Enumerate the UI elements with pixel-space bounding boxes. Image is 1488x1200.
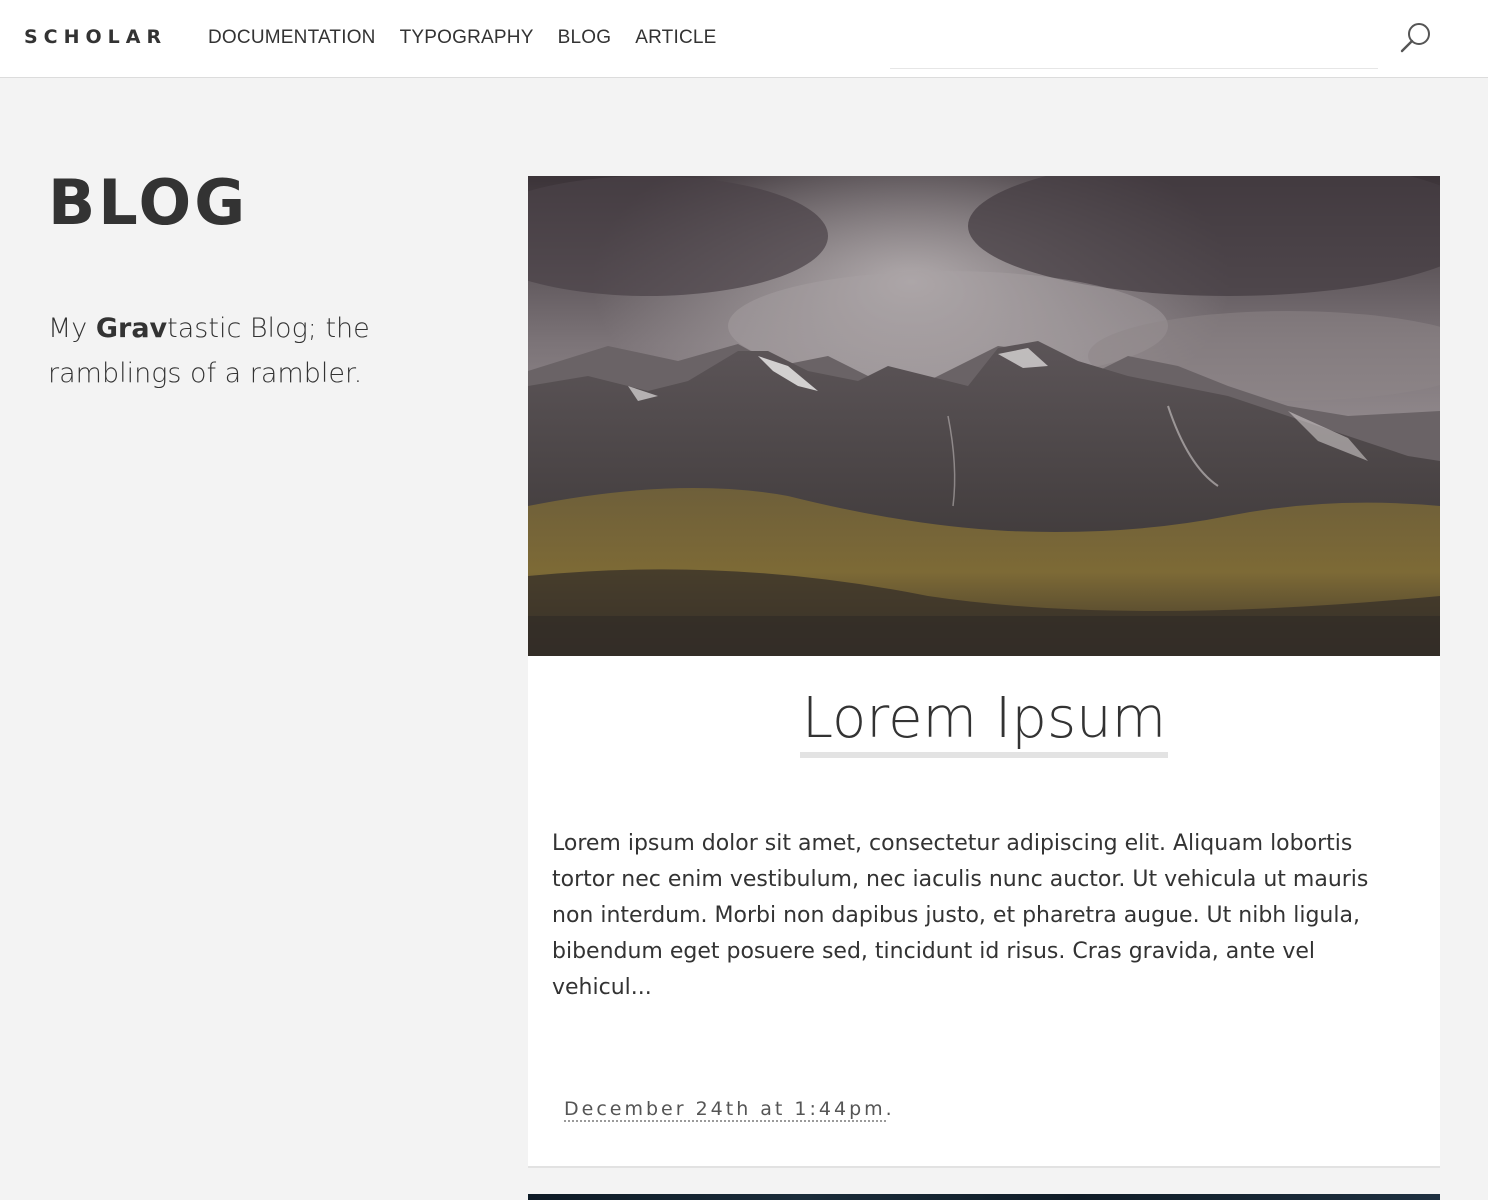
mountain-landscape-image — [528, 176, 1440, 656]
page-title: BLOG — [48, 166, 249, 239]
post-title-wrap: Lorem Ipsum — [528, 686, 1440, 758]
post-date-suffix: . — [885, 1098, 895, 1120]
blog-post-card: Lorem Ipsum — [528, 176, 1440, 1168]
search-icon — [1400, 23, 1430, 53]
search-button[interactable] — [1398, 20, 1434, 56]
main-nav: DOCUMENTATION TYPOGRAPHY BLOG ARTICLE — [208, 27, 741, 49]
tagline-bold: Grav — [95, 313, 168, 344]
post-title-link[interactable]: Lorem Ipsum — [799, 686, 1169, 758]
site-header: SCHOLAR DOCUMENTATION TYPOGRAPHY BLOG AR… — [0, 0, 1488, 78]
post-hero-image[interactable] — [528, 176, 1440, 656]
nav-item-blog[interactable]: BLOG — [558, 27, 612, 49]
nav-item-documentation[interactable]: DOCUMENTATION — [208, 27, 376, 49]
site-logo[interactable]: SCHOLAR — [24, 26, 167, 48]
tagline-pre: My — [48, 313, 96, 344]
post-date-link[interactable]: December 24th at 1:44pm — [564, 1098, 886, 1122]
search-field-underline[interactable] — [890, 68, 1378, 69]
nav-item-article[interactable]: ARTICLE — [635, 27, 716, 49]
nav-item-typography[interactable]: TYPOGRAPHY — [400, 27, 534, 49]
blog-tagline: My Gravtastic Blog; the ramblings of a r… — [48, 306, 428, 396]
post-excerpt: Lorem ipsum dolor sit amet, consectetur … — [552, 831, 1369, 1000]
post-date: December 24th at 1:44pm. — [564, 1098, 895, 1122]
next-post-image-edge[interactable] — [528, 1194, 1440, 1200]
